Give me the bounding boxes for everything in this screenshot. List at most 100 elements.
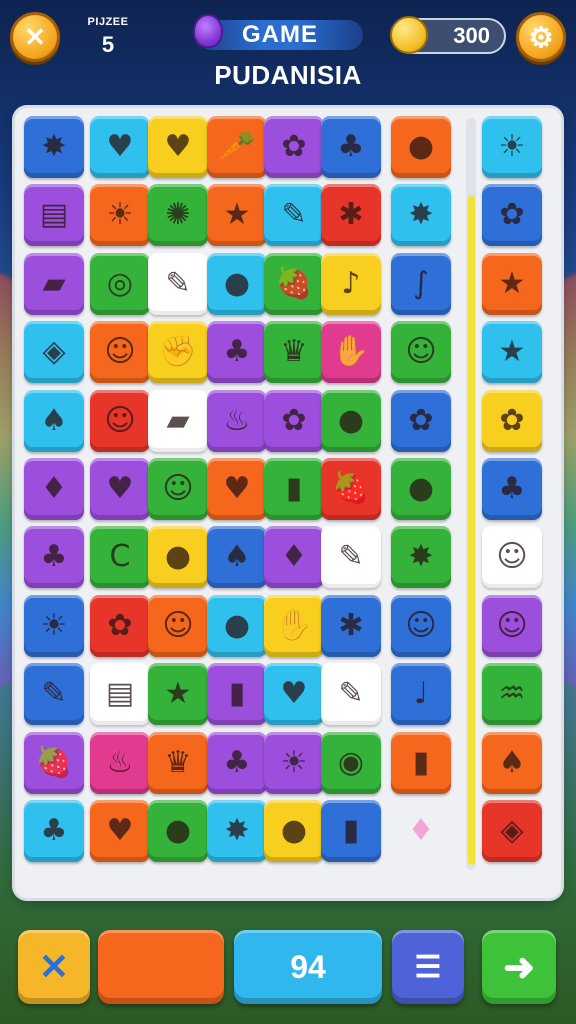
tile[interactable]: ★ bbox=[482, 321, 542, 383]
tile[interactable]: ♠ bbox=[482, 732, 542, 794]
tile[interactable]: ✱ bbox=[321, 184, 381, 246]
tile[interactable]: ● bbox=[148, 800, 208, 862]
tile[interactable]: ♛ bbox=[148, 732, 208, 794]
next-button[interactable]: ➜ bbox=[482, 930, 556, 1004]
tile[interactable]: ☺ bbox=[391, 321, 451, 383]
tile[interactable]: ☺ bbox=[482, 595, 542, 657]
tile[interactable]: ▤ bbox=[24, 184, 84, 246]
tile[interactable]: ☀ bbox=[482, 116, 542, 178]
game-title-banner: GAME bbox=[193, 14, 363, 50]
tile[interactable]: ♠ bbox=[207, 526, 267, 588]
tile[interactable]: ♪ bbox=[321, 253, 381, 315]
tile[interactable]: ● bbox=[207, 595, 267, 657]
tile[interactable]: ✸ bbox=[24, 116, 84, 178]
tile[interactable]: ♥ bbox=[90, 458, 150, 520]
tile[interactable]: ♣ bbox=[321, 116, 381, 178]
tile[interactable]: ✺ bbox=[148, 184, 208, 246]
tile[interactable]: ✎ bbox=[24, 663, 84, 725]
tile[interactable]: ☺ bbox=[482, 526, 542, 588]
tile[interactable]: ♨ bbox=[90, 732, 150, 794]
tile[interactable]: ☺ bbox=[90, 321, 150, 383]
tile[interactable]: ▮ bbox=[391, 732, 451, 794]
tile[interactable]: ☀ bbox=[264, 732, 324, 794]
tile[interactable]: ♥ bbox=[207, 458, 267, 520]
tile[interactable]: ♛ bbox=[264, 321, 324, 383]
tile[interactable]: ● bbox=[207, 253, 267, 315]
tile[interactable]: ◉ bbox=[321, 732, 381, 794]
tile[interactable]: ♥ bbox=[90, 116, 150, 178]
tile[interactable]: ✎ bbox=[321, 663, 381, 725]
tile[interactable]: ♥ bbox=[148, 116, 208, 178]
tile[interactable]: ♣ bbox=[24, 526, 84, 588]
tile[interactable]: ☺ bbox=[148, 595, 208, 657]
shuffle-icon: ✕ bbox=[38, 946, 70, 987]
tile[interactable]: ● bbox=[148, 526, 208, 588]
shuffle-button[interactable]: ✕ bbox=[18, 930, 90, 1004]
tile[interactable]: ★ bbox=[207, 184, 267, 246]
tile[interactable]: ✿ bbox=[264, 116, 324, 178]
gear-icon: ⚙ bbox=[528, 21, 554, 53]
tile[interactable]: ▰ bbox=[24, 253, 84, 315]
tile[interactable]: ∫ bbox=[391, 253, 451, 315]
tile[interactable]: 🍓 bbox=[321, 458, 381, 520]
close-button[interactable]: ✕ bbox=[10, 12, 60, 62]
tile[interactable]: ▮ bbox=[264, 458, 324, 520]
tile[interactable]: C bbox=[90, 526, 150, 588]
tile[interactable]: ✸ bbox=[391, 526, 451, 588]
tile[interactable]: ♣ bbox=[207, 321, 267, 383]
tile[interactable]: ♠ bbox=[24, 390, 84, 452]
settings-button[interactable]: ⚙ bbox=[516, 12, 566, 62]
tile[interactable]: ☀ bbox=[24, 595, 84, 657]
tile[interactable]: ♥ bbox=[90, 800, 150, 862]
tile[interactable]: ✸ bbox=[391, 184, 451, 246]
tile[interactable]: 🥕 bbox=[207, 116, 267, 178]
tile[interactable]: ★ bbox=[482, 253, 542, 315]
tile[interactable]: ✎ bbox=[148, 253, 208, 315]
tile[interactable]: ● bbox=[391, 458, 451, 520]
tile[interactable]: 🍓 bbox=[24, 732, 84, 794]
tile[interactable]: ☺ bbox=[148, 458, 208, 520]
tile[interactable]: ● bbox=[264, 800, 324, 862]
tile[interactable]: ✊ bbox=[148, 321, 208, 383]
tile[interactable]: ♣ bbox=[24, 800, 84, 862]
tile[interactable]: ◎ bbox=[90, 253, 150, 315]
hint-button[interactable] bbox=[98, 930, 224, 1004]
tile[interactable]: ✿ bbox=[90, 595, 150, 657]
tile[interactable]: ▤ bbox=[90, 663, 150, 725]
tile[interactable]: ✿ bbox=[482, 390, 542, 452]
tile[interactable]: ✎ bbox=[264, 184, 324, 246]
tile[interactable]: ● bbox=[321, 390, 381, 452]
tile[interactable]: ☺ bbox=[391, 595, 451, 657]
tile[interactable]: ♩ bbox=[391, 663, 451, 725]
tile[interactable]: ☀ bbox=[90, 184, 150, 246]
tile[interactable]: ♦ bbox=[264, 526, 324, 588]
tile[interactable]: ◈ bbox=[24, 321, 84, 383]
tile[interactable]: ★ bbox=[148, 663, 208, 725]
tile[interactable]: ♥ bbox=[264, 663, 324, 725]
tile[interactable]: ✋ bbox=[264, 595, 324, 657]
tile[interactable]: ✿ bbox=[482, 184, 542, 246]
tile[interactable]: ✱ bbox=[321, 595, 381, 657]
tile[interactable]: ♒ bbox=[482, 663, 542, 725]
puzzle-info: PIJZEE 5 bbox=[76, 16, 140, 58]
tile[interactable]: ✎ bbox=[321, 526, 381, 588]
tile[interactable]: ✸ bbox=[207, 800, 267, 862]
tile[interactable]: ▰ bbox=[148, 390, 208, 452]
tile[interactable]: ● bbox=[391, 116, 451, 178]
list-icon: ☰ bbox=[414, 950, 442, 984]
tile[interactable]: ◈ bbox=[482, 800, 542, 862]
tile[interactable]: 🍓 bbox=[264, 253, 324, 315]
board-divider-bar bbox=[468, 195, 475, 865]
tile[interactable]: ♨ bbox=[207, 390, 267, 452]
tile[interactable]: ✿ bbox=[264, 390, 324, 452]
tile[interactable]: ♣ bbox=[482, 458, 542, 520]
tile[interactable]: ♦ bbox=[391, 800, 451, 862]
menu-list-button[interactable]: ☰ bbox=[392, 930, 464, 1004]
tile[interactable]: ▮ bbox=[321, 800, 381, 862]
tile[interactable]: ☺ bbox=[90, 390, 150, 452]
tile[interactable]: ▮ bbox=[207, 663, 267, 725]
tile[interactable]: ♦ bbox=[24, 458, 84, 520]
tile[interactable]: ✿ bbox=[391, 390, 451, 452]
tile[interactable]: ✋ bbox=[321, 321, 381, 383]
tile[interactable]: ♣ bbox=[207, 732, 267, 794]
